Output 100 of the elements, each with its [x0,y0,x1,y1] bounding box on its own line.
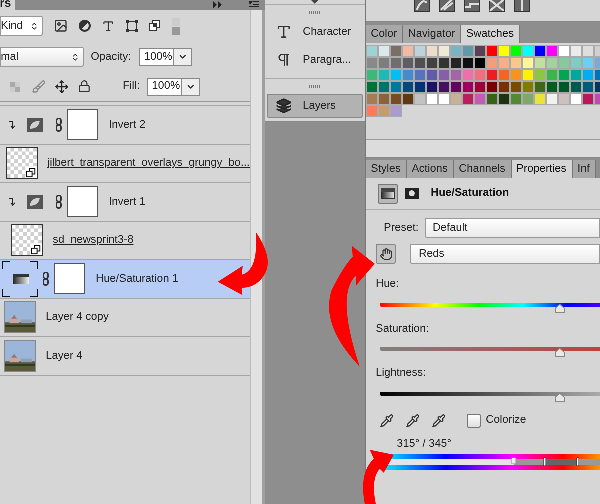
dock-item[interactable]: Character [267,20,363,44]
color-swatch[interactable] [582,81,594,93]
color-swatch[interactable] [414,69,426,81]
color-swatch[interactable] [474,57,486,69]
color-swatch[interactable] [390,93,402,105]
targeted-adjustment-button[interactable] [376,244,396,264]
transform-icon[interactable] [126,20,138,32]
move-icon[interactable] [55,80,69,94]
color-swatch[interactable] [510,69,522,81]
color-swatch[interactable] [570,81,582,93]
color-swatch[interactable] [558,81,570,93]
color-swatch[interactable] [582,69,594,81]
color-swatch[interactable] [438,69,450,81]
color-swatch[interactable] [546,81,558,93]
color-swatch[interactable] [510,57,522,69]
dock-item[interactable]: Paragra... [267,48,363,72]
slider[interactable] [380,302,600,314]
color-swatch[interactable] [390,57,402,69]
panel-tab[interactable]: Color [366,25,404,43]
color-swatch[interactable] [546,45,558,57]
color-swatch[interactable] [378,69,390,81]
color-swatch[interactable] [402,81,414,93]
color-swatch[interactable] [390,45,402,57]
color-swatch[interactable] [438,81,450,93]
color-swatch[interactable] [402,69,414,81]
adjustment-preset-icon[interactable] [514,0,530,12]
color-swatch[interactable] [570,69,582,81]
color-swatch[interactable] [522,45,534,57]
layer-row[interactable]: Invert 1 [0,183,250,222]
color-swatch[interactable] [426,45,438,57]
color-swatch[interactable] [426,81,438,93]
color-swatch[interactable] [450,57,462,69]
color-swatch[interactable] [474,69,486,81]
color-swatch[interactable] [414,45,426,57]
dock-item[interactable]: Layers [267,94,363,118]
hue-range-bar[interactable] [379,454,600,471]
color-swatch[interactable] [522,69,534,81]
type-icon[interactable] [102,20,115,32]
color-swatch[interactable] [450,81,462,93]
color-swatch[interactable] [414,81,426,93]
color-swatch[interactable] [366,69,378,81]
color-swatch[interactable] [402,57,414,69]
color-swatch[interactable] [510,93,522,105]
panel-tab[interactable]: Actions [406,160,454,178]
layer-row[interactable]: Invert 2 [0,106,250,144]
color-swatch[interactable] [462,93,474,105]
lock-transparency-icon[interactable] [10,82,20,92]
color-swatch[interactable] [402,93,414,105]
layer-row[interactable]: Layer 4 [0,337,250,376]
color-swatch[interactable] [486,81,498,93]
color-swatch[interactable] [426,93,438,105]
eyedropper-icon[interactable] [380,414,394,428]
color-swatch[interactable] [522,93,534,105]
fill-field[interactable]: 100% [147,78,200,96]
blend-mode-dropdown[interactable]: mal [0,47,84,67]
slider[interactable] [380,347,600,358]
color-swatch[interactable] [498,93,510,105]
color-swatch[interactable] [438,45,450,57]
color-swatch[interactable] [558,45,570,57]
adjustment-preset-icon[interactable] [489,0,505,12]
color-swatch[interactable] [378,93,390,105]
color-swatch[interactable] [450,45,462,57]
panel-tab[interactable]: Inf [572,160,596,178]
color-swatch[interactable] [534,81,546,93]
panel-tab[interactable]: Swatches [461,25,520,43]
color-swatch[interactable] [474,81,486,93]
panel-tab[interactable]: Styles [366,160,407,178]
color-swatch[interactable] [498,69,510,81]
smart-object-icon[interactable] [149,20,161,32]
color-swatch[interactable] [390,105,402,117]
color-swatch[interactable] [570,57,582,69]
color-swatch[interactable] [522,81,534,93]
eyedropper-minus-icon[interactable] [432,414,446,428]
color-swatch[interactable] [390,81,402,93]
filter-toggle[interactable] [172,18,180,34]
layer-row[interactable]: sd_newsprint3-8 [0,222,250,260]
color-swatch[interactable] [366,93,378,105]
panel-tab[interactable]: Properties [512,160,573,178]
color-swatch[interactable] [534,45,546,57]
slider[interactable] [380,392,600,402]
color-swatch[interactable] [582,57,594,69]
color-swatch[interactable] [450,69,462,81]
color-swatch[interactable] [510,81,522,93]
color-swatch[interactable] [534,93,546,105]
eyedropper-plus-icon[interactable] [406,414,420,428]
panel-tab[interactable]: Channels [454,160,512,178]
adjustment-preset-icon[interactable] [414,0,430,12]
color-swatch[interactable] [558,69,570,81]
color-swatch[interactable] [414,93,426,105]
color-swatch[interactable] [558,93,570,105]
color-swatch[interactable] [570,45,582,57]
panel-menu-icon[interactable] [249,1,259,9]
color-swatch[interactable] [570,93,582,105]
color-swatch[interactable] [546,93,558,105]
color-swatch[interactable] [390,69,402,81]
color-swatch[interactable] [534,69,546,81]
color-swatch[interactable] [462,81,474,93]
color-swatch[interactable] [426,69,438,81]
color-swatch[interactable] [486,45,498,57]
color-swatch[interactable] [486,93,498,105]
